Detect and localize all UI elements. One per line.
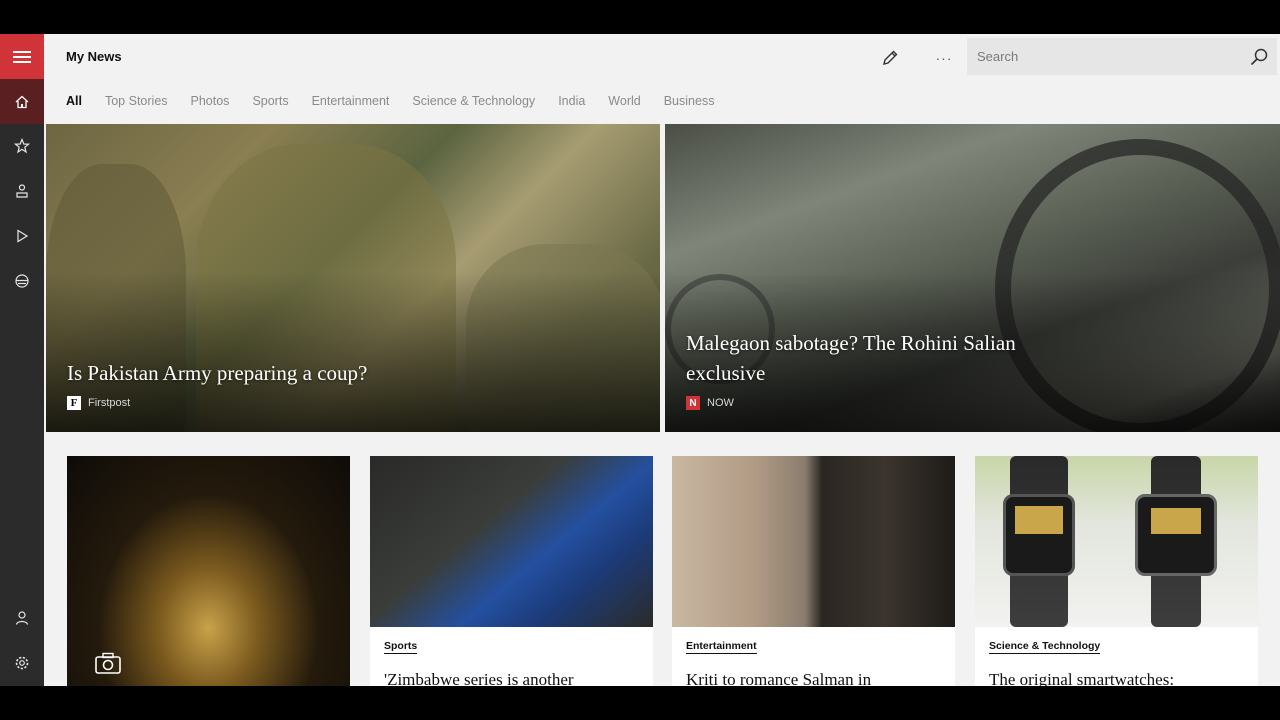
more-icon[interactable]: ··· xyxy=(932,46,956,70)
rail-item-video[interactable] xyxy=(0,214,44,258)
pencil-icon[interactable] xyxy=(878,46,902,70)
tab-photos[interactable]: Photos xyxy=(191,94,230,108)
account-icon xyxy=(15,611,29,625)
news-card[interactable] xyxy=(67,456,350,686)
card-category[interactable]: Sports xyxy=(384,640,418,654)
hero-source: N NOW xyxy=(686,396,734,410)
watch-image-right-face xyxy=(1135,494,1217,576)
hero-story-left[interactable]: Is Pakistan Army preparing a coup? F Fir… xyxy=(46,124,660,432)
card-image xyxy=(975,456,1258,627)
rail-item-home[interactable] xyxy=(0,79,44,124)
search-box xyxy=(967,38,1277,75)
page-title: My News xyxy=(66,49,122,64)
hero-source: F Firstpost xyxy=(67,396,130,410)
rail-item-favorites[interactable] xyxy=(0,124,44,168)
tab-science-technology[interactable]: Science & Technology xyxy=(412,94,535,108)
settings-icon xyxy=(15,656,29,670)
card-title[interactable]: Kriti to romance Salman in xyxy=(686,670,871,686)
news-card[interactable]: Science & Technology The original smartw… xyxy=(975,456,1258,686)
interests-icon xyxy=(15,274,29,288)
app-header: My News ··· All Top Stories Photos Sport… xyxy=(44,34,1280,124)
tab-entertainment[interactable]: Entertainment xyxy=(312,94,390,108)
rail-item-account[interactable] xyxy=(0,596,44,640)
rail-item-local[interactable] xyxy=(0,169,44,213)
category-tabs: All Top Stories Photos Sports Entertainm… xyxy=(66,94,737,108)
video-icon xyxy=(17,229,29,243)
card-image xyxy=(672,456,955,627)
rail-item-interests[interactable] xyxy=(0,259,44,303)
firstpost-logo-icon: F xyxy=(67,396,81,410)
hero-title-line-1: Malegaon sabotage? The Rohini Salian xyxy=(686,331,1016,355)
rail-item-settings[interactable] xyxy=(0,641,44,685)
tab-top-stories[interactable]: Top Stories xyxy=(105,94,168,108)
camera-icon xyxy=(95,652,121,674)
hamburger-icon[interactable] xyxy=(0,34,44,79)
watch-image-left-screen xyxy=(1015,506,1063,534)
card-category[interactable]: Entertainment xyxy=(686,640,757,654)
hero-title[interactable]: Is Pakistan Army preparing a coup? xyxy=(67,358,367,388)
hero-title[interactable]: Malegaon sabotage? The Rohini Salian exc… xyxy=(686,328,1016,388)
nav-rail xyxy=(0,34,44,686)
news-card[interactable]: Entertainment Kriti to romance Salman in xyxy=(672,456,955,686)
hero-title-line-2: exclusive xyxy=(686,361,766,385)
hero-gradient xyxy=(46,272,660,432)
tab-sports[interactable]: Sports xyxy=(252,94,288,108)
home-icon xyxy=(15,95,29,108)
hero-source-label: Firstpost xyxy=(88,397,131,409)
watch-image-right-screen xyxy=(1151,508,1201,534)
hero-source-label: NOW xyxy=(707,397,734,409)
star-icon xyxy=(14,138,30,154)
tab-india[interactable]: India xyxy=(558,94,585,108)
card-title[interactable]: The original smartwatches: xyxy=(989,670,1174,686)
news-card[interactable]: Sports 'Zimbabwe series is another xyxy=(370,456,653,686)
search-icon[interactable] xyxy=(1249,47,1269,67)
local-icon xyxy=(16,184,28,198)
card-title[interactable]: 'Zimbabwe series is another xyxy=(384,670,574,686)
app-window: My News ··· All Top Stories Photos Sport… xyxy=(0,34,1280,686)
tab-world[interactable]: World xyxy=(608,94,640,108)
card-image xyxy=(370,456,653,627)
card-category[interactable]: Science & Technology xyxy=(989,640,1101,654)
hero-story-right[interactable]: Malegaon sabotage? The Rohini Salian exc… xyxy=(665,124,1280,432)
times-now-logo-icon: N xyxy=(686,396,700,410)
tab-business[interactable]: Business xyxy=(664,94,715,108)
search-input[interactable] xyxy=(967,38,1237,75)
tab-all[interactable]: All xyxy=(66,94,82,108)
